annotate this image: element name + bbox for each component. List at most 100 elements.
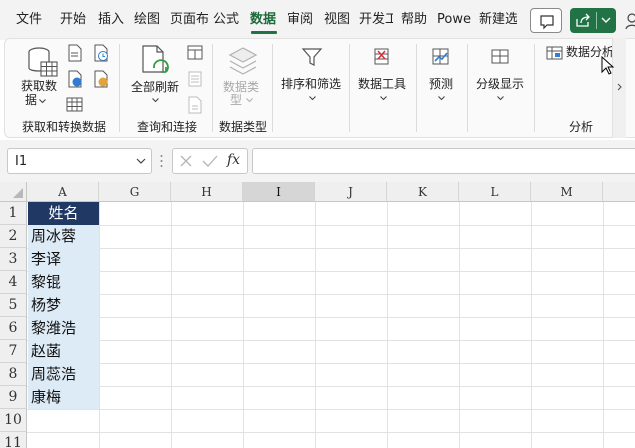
row-header-4[interactable]: 4 (0, 271, 27, 294)
chevron-right-icon (617, 83, 622, 91)
column-header-i[interactable]: I (243, 182, 315, 202)
from-web-icon[interactable] (66, 70, 84, 88)
outline-icon[interactable] (489, 46, 511, 68)
sort-filter-label[interactable]: 排序和筛选 (280, 77, 342, 91)
group-data-types-label: 数据类型 (219, 120, 268, 134)
queries-connections-icon[interactable] (186, 44, 204, 62)
cell-a3[interactable]: 李译 (28, 248, 99, 271)
get-data-label-2[interactable]: 据 (24, 93, 38, 107)
tab-developer[interactable]: 开发工 (359, 9, 393, 31)
column-header-j[interactable]: J (315, 182, 387, 202)
tab-power-pivot[interactable]: Powe (437, 9, 473, 31)
cell-a9[interactable]: 康梅 (28, 386, 99, 409)
column-header-a[interactable]: A (27, 182, 99, 202)
group-queries-label: 查询和连接 (137, 120, 198, 134)
column-header-h[interactable]: H (171, 182, 243, 202)
cell-a4[interactable]: 黎锟 (28, 271, 99, 294)
from-text-icon[interactable] (66, 44, 84, 62)
refresh-all-icon[interactable] (139, 44, 173, 80)
cell-a8[interactable]: 周蕊浩 (28, 363, 99, 386)
comment-icon (540, 15, 554, 30)
row-header-11[interactable]: 11 (0, 432, 27, 448)
tab-insert[interactable]: 插入 (98, 9, 126, 31)
data-types-label-2: 型 (229, 93, 242, 107)
tab-formulas[interactable]: 公式 (213, 9, 241, 31)
cell-a7[interactable]: 赵菡 (28, 340, 99, 363)
data-tools-icon[interactable] (372, 46, 392, 68)
chevron-down-icon (309, 96, 316, 101)
cell-a2[interactable]: 周冰蓉 (28, 225, 99, 248)
cell-a5[interactable]: 杨梦 (28, 294, 99, 317)
formula-buttons: fx (172, 148, 248, 174)
share-button[interactable] (570, 8, 616, 33)
select-all-corner[interactable] (0, 182, 27, 202)
row-header-7[interactable]: 7 (0, 340, 27, 363)
group-analysis-label: 分析 (569, 120, 594, 134)
ribbon-scroll-right[interactable] (612, 38, 626, 138)
chevron-down-icon (136, 158, 146, 164)
chevron-down-icon (152, 98, 159, 103)
chevron-down-icon (601, 17, 611, 23)
chevron-down-icon (39, 99, 46, 104)
row-header-6[interactable]: 6 (0, 317, 27, 340)
account-icon[interactable] (624, 9, 635, 31)
row-header-3[interactable]: 3 (0, 248, 27, 271)
row-header-1[interactable]: 1 (0, 202, 27, 225)
tab-view[interactable]: 视图 (324, 9, 352, 31)
column-header-l[interactable]: L (459, 182, 531, 202)
column-header-m[interactable]: M (531, 182, 603, 202)
share-icon (576, 13, 590, 27)
get-data-label[interactable]: 获取数 (18, 79, 60, 93)
formula-input[interactable] (252, 148, 635, 174)
row-header-10[interactable]: 10 (0, 409, 27, 432)
forecast-label[interactable]: 预测 (426, 77, 456, 91)
tab-draw[interactable]: 绘图 (134, 9, 162, 31)
row-header-8[interactable]: 8 (0, 363, 27, 386)
data-types-icon[interactable] (226, 44, 260, 78)
properties-icon[interactable] (186, 70, 204, 88)
chevron-down-icon (246, 98, 253, 103)
cancel-icon[interactable] (179, 154, 193, 168)
tab-page-layout[interactable]: 页面布 (170, 9, 208, 31)
chevron-down-icon (497, 96, 504, 101)
name-box-value: I1 (15, 154, 28, 169)
group-get-transform-label: 获取和转换数据 (22, 120, 107, 134)
column-header-n[interactable] (603, 182, 635, 202)
row-header-2[interactable]: 2 (0, 225, 27, 248)
from-table-icon[interactable] (66, 96, 84, 114)
data-analysis-icon[interactable] (546, 45, 564, 61)
outline-label[interactable]: 分级显示 (474, 77, 526, 91)
cell-a1-header[interactable]: 姓名 (28, 202, 99, 225)
column-header-k[interactable]: K (387, 182, 459, 202)
data-types-label: 数据类 (222, 80, 259, 94)
enter-icon[interactable] (202, 154, 218, 168)
tab-review[interactable]: 审阅 (287, 9, 315, 31)
column-header-g[interactable]: G (99, 182, 171, 202)
row-header-5[interactable]: 5 (0, 294, 27, 317)
tab-help[interactable]: 帮助 (401, 9, 429, 31)
cell-a6[interactable]: 黎潍浩 (28, 317, 99, 340)
refresh-all-label[interactable]: 全部刷新 (129, 80, 181, 94)
mouse-cursor-icon (601, 56, 615, 75)
tab-new-tab[interactable]: 新建选 (479, 9, 517, 31)
forecast-icon[interactable] (430, 46, 452, 68)
tab-data[interactable]: 数据 (250, 9, 280, 31)
comments-button[interactable] (530, 8, 562, 33)
ribbon-tab-bar: 文件 开始 插入 绘图 页面布 公式 数据 审阅 视图 开发工 帮助 Powe … (0, 0, 635, 40)
data-tools-label[interactable]: 数据工具 (356, 77, 408, 91)
existing-connections-icon[interactable] (92, 70, 110, 88)
chevron-down-icon (380, 96, 387, 101)
row-header-9[interactable]: 9 (0, 386, 27, 409)
recent-sources-icon[interactable] (92, 44, 110, 62)
get-data-icon[interactable] (25, 45, 59, 79)
name-box[interactable]: I1 (7, 148, 152, 174)
tab-file[interactable]: 文件 (16, 9, 46, 31)
tab-home[interactable]: 开始 (60, 9, 90, 31)
filter-icon[interactable] (301, 46, 323, 68)
edit-links-icon[interactable] (186, 96, 204, 114)
worksheet-grid[interactable]: A G H I J K L M 1 2 3 4 5 6 7 8 9 10 11 … (0, 182, 635, 448)
active-tab-indicator (251, 31, 277, 34)
chevron-down-icon (438, 96, 445, 101)
formula-bar-grip[interactable] (160, 154, 163, 168)
insert-function-button[interactable]: fx (227, 152, 240, 168)
